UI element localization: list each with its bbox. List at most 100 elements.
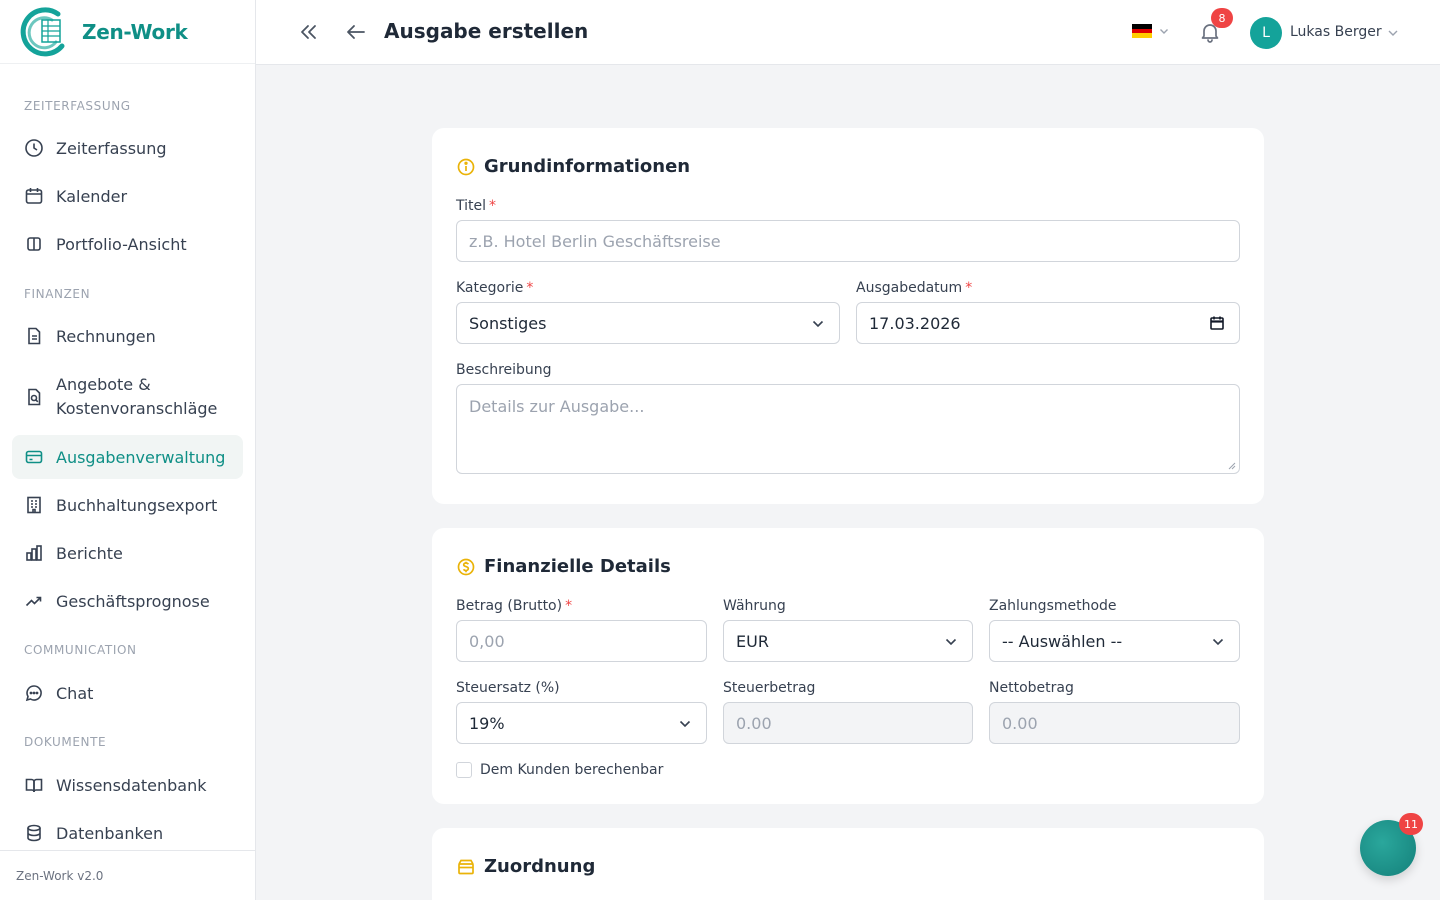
coin-dollar-icon <box>457 558 475 575</box>
sidebar-item-label: Zeiterfassung <box>56 138 167 158</box>
building-icon <box>27 496 41 514</box>
zen-work-logo <box>20 6 65 56</box>
calendar-icon <box>25 188 43 204</box>
steuersatz-select[interactable]: 19% <box>456 702 707 744</box>
steuersatz-value: 19% <box>469 713 505 733</box>
resize-grip-icon[interactable] <box>1228 462 1236 470</box>
section-label-zeiterfassung: ZEITERFASSUNG <box>24 99 131 113</box>
sidebar-item-ausgabenverwaltung[interactable]: Ausgabenverwaltung <box>12 435 243 479</box>
sidebar-item-label: Wissensdatenbank <box>56 775 207 795</box>
sidebar-item-berichte[interactable]: Berichte <box>12 531 243 575</box>
chevron-down-icon <box>1212 638 1224 646</box>
ausgabedatum-label-text: Ausgabedatum <box>856 280 963 296</box>
chevron-down-icon[interactable] <box>1386 26 1400 40</box>
file-search-icon <box>28 388 41 406</box>
titel-label-text: Titel <box>456 198 487 214</box>
sidebar-item-angebote[interactable]: Angebote & Kostenvoranschläge <box>12 367 243 427</box>
book-icon <box>25 778 43 793</box>
top-header: Ausgabe erstellen 8 L Lukas Berger <box>256 0 1440 65</box>
waehrung-label: Währung <box>723 598 786 614</box>
ausgabedatum-input[interactable]: 17.03.2026 <box>856 302 1240 344</box>
section-label-communication: COMMUNICATION <box>24 643 137 657</box>
billable-checkbox[interactable] <box>456 762 472 778</box>
sidebar-item-label: Berichte <box>56 543 123 563</box>
basic-info-heading: Grundinformationen <box>456 156 690 177</box>
chevron-down-icon <box>812 320 824 328</box>
sidebar-item-datenbanken[interactable]: Datenbanken <box>12 811 243 850</box>
card-title-text: Finanzielle Details <box>484 556 671 577</box>
card-title-text: Zuordnung <box>484 856 596 877</box>
back-arrow-icon[interactable] <box>344 20 368 44</box>
sidebar-item-kalender[interactable]: Kalender <box>12 174 243 218</box>
collapse-sidebar-icon[interactable] <box>296 20 320 44</box>
steuerbetrag-label: Steuerbetrag <box>723 680 816 696</box>
app-version: Zen-Work v2.0 <box>0 850 255 900</box>
german-flag-icon <box>1132 24 1152 39</box>
ausgabedatum-label: Ausgabedatum * <box>856 280 972 296</box>
sidebar-item-label: Ausgabenverwaltung <box>56 447 226 467</box>
titel-label: Titel * <box>456 198 496 214</box>
required-asterisk: * <box>965 280 973 296</box>
steuersatz-label: Steuersatz (%) <box>456 680 560 696</box>
zahlungsmethode-value: -- Auswählen -- <box>1002 631 1123 651</box>
chevron-down-icon <box>1160 29 1168 34</box>
nettobetrag-label: Nettobetrag <box>989 680 1074 696</box>
section-label-finanzen: FINANZEN <box>24 287 91 301</box>
steuerbetrag-field: 0.00 <box>723 702 973 744</box>
sidebar-item-label: Rechnungen <box>56 326 156 346</box>
betrag-input[interactable]: 0,00 <box>456 620 707 662</box>
titel-input[interactable]: z.B. Hotel Berlin Geschäftsreise <box>456 220 1240 262</box>
sidebar-item-label: Angebote & Kostenvoranschläge <box>56 375 218 418</box>
chevron-down-icon <box>679 720 691 728</box>
sidebar-item-portfolio-ansicht[interactable]: Portfolio-Ansicht <box>12 222 243 266</box>
sidebar: Zen-Work ZEITERFASSUNG Zeiterfassung Kal… <box>0 0 256 900</box>
notification-badge: 8 <box>1211 8 1233 28</box>
sidebar-item-label: Buchhaltungsexport <box>56 495 218 515</box>
beschreibung-textarea[interactable]: Details zur Ausgabe... <box>456 384 1240 474</box>
zahlungsmethode-label: Zahlungsmethode <box>989 598 1117 614</box>
chevron-down-icon <box>945 638 957 646</box>
sidebar-item-zeiterfassung[interactable]: Zeiterfassung <box>12 126 243 170</box>
billable-label[interactable]: Dem Kunden berechenbar <box>480 762 663 778</box>
sidebar-item-chat[interactable]: Chat <box>12 671 243 715</box>
required-asterisk: * <box>526 280 534 296</box>
card-title-text: Grundinformationen <box>484 156 691 177</box>
nettobetrag-field: 0.00 <box>989 702 1240 744</box>
sidebar-item-label: Portfolio-Ansicht <box>56 234 187 254</box>
columns-icon <box>27 237 41 251</box>
sidebar-item-label: Datenbanken <box>56 823 164 843</box>
kategorie-select[interactable]: Sonstiges <box>456 302 840 344</box>
required-asterisk: * <box>489 198 497 214</box>
user-name[interactable]: Lukas Berger <box>1290 24 1382 40</box>
info-icon <box>457 158 475 175</box>
basic-info-card: Grundinformationen Titel * z.B. Hotel Ber… <box>432 128 1264 504</box>
financial-details-heading: Finanzielle Details <box>456 556 671 577</box>
calendar-picker-icon[interactable] <box>1209 315 1225 331</box>
ausgabedatum-value: 17.03.2026 <box>869 313 961 333</box>
assignment-card: Zuordnung <box>432 828 1264 900</box>
sidebar-item-wissensdatenbank[interactable]: Wissensdatenbank <box>12 763 243 807</box>
language-selector[interactable] <box>1132 24 1170 39</box>
section-label-dokumente: DOKUMENTE <box>24 735 107 749</box>
financial-details-card: Finanzielle Details Betrag (Brutto) * 0,0… <box>432 528 1264 804</box>
avatar[interactable]: L <box>1250 17 1282 49</box>
kategorie-label: Kategorie * <box>456 280 533 296</box>
assignment-heading: Zuordnung <box>456 856 595 877</box>
sidebar-item-label: Chat <box>56 683 94 703</box>
zahlungsmethode-select[interactable]: -- Auswählen -- <box>989 620 1240 662</box>
sidebar-item-geschaeftsprognose[interactable]: Geschäftsprognose <box>12 579 243 623</box>
document-icon <box>28 327 41 345</box>
credit-card-icon <box>25 450 43 464</box>
betrag-label: Betrag (Brutto) * <box>456 598 572 614</box>
chat-icon <box>25 685 42 702</box>
waehrung-value: EUR <box>736 631 769 651</box>
beschreibung-label: Beschreibung <box>456 362 552 378</box>
sidebar-nav: ZEITERFASSUNG Zeiterfassung Kalender Por… <box>0 64 255 850</box>
brand[interactable]: Zen-Work <box>0 0 255 64</box>
sidebar-item-rechnungen[interactable]: Rechnungen <box>12 314 243 358</box>
sidebar-item-buchhaltungsexport[interactable]: Buchhaltungsexport <box>12 483 243 527</box>
sidebar-item-label: Geschäftsprognose <box>56 591 210 611</box>
database-icon <box>27 824 41 842</box>
waehrung-select[interactable]: EUR <box>723 620 973 662</box>
trending-up-icon <box>25 596 42 607</box>
